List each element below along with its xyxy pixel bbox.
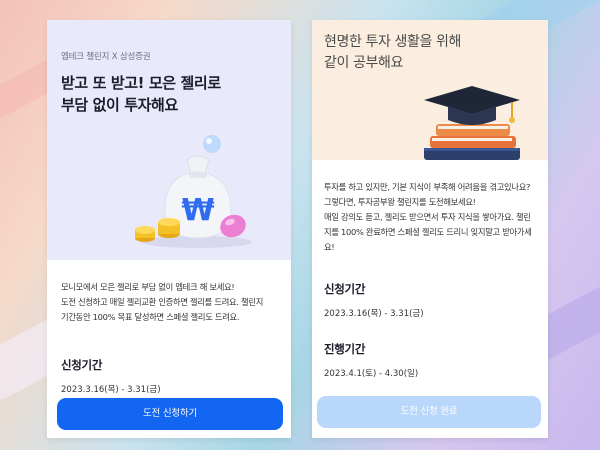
progress-period-title: 진행기간 bbox=[324, 342, 366, 356]
bubble-icon bbox=[203, 135, 221, 153]
card-hero: 현명한 투자 생활을 위해 같이 공부해요 bbox=[312, 20, 548, 160]
description-line: 기간동안 100% 목표 달성하면 스페셜 젤리도 드려요. bbox=[61, 312, 240, 322]
apply-challenge-button[interactable]: 도전 신청하기 bbox=[57, 398, 283, 430]
svg-text:₩: ₩ bbox=[181, 193, 214, 228]
description-line: 투자를 하고 있지만, 기본 지식이 부족해 어려움을 겪고있나요? bbox=[324, 182, 531, 192]
apply-period-title: 신청기간 bbox=[324, 282, 366, 296]
card-description: 투자를 하고 있지만, 기본 지식이 부족해 어려움을 겪고있나요? 그렇다면,… bbox=[324, 180, 536, 255]
graduation-cap-icon bbox=[424, 86, 520, 125]
apply-period-value: 2023.3.16(목) - 3.31(금) bbox=[324, 309, 424, 319]
card-title-line: 부담 없이 투자해요 bbox=[61, 96, 178, 114]
card-title-line: 현명한 투자 생활을 위해 bbox=[324, 34, 461, 50]
apply-period-section: 신청기간 2023.3.16(목) - 3.31(금) bbox=[324, 281, 536, 319]
description-line: 모니모에서 모은 젤리로 부담 없이 엡테크 해 보세요! bbox=[61, 282, 235, 292]
challenge-card-jelly-invest: 엡테크 챌린지 X 삼성증권 받고 또 받고! 모은 젤리로 부담 없이 투자해… bbox=[47, 20, 291, 438]
card-eyebrow: 엡테크 챌린지 X 삼성증권 bbox=[61, 52, 151, 62]
challenge-applied-button[interactable]: 도전 신청 완료 bbox=[317, 396, 541, 428]
card-title-line: 받고 또 받고! 모은 젤리로 bbox=[61, 74, 221, 92]
books-graduation-illustration bbox=[424, 86, 520, 160]
money-bag-illustration: ₩ bbox=[135, 135, 252, 248]
description-line: 지를 100% 완료하면 스페셜 젤리도 드리니 잊지말고 받아가세 bbox=[324, 227, 532, 237]
card-title-line: 같이 공부해요 bbox=[324, 55, 403, 71]
card-description: 모니모에서 모은 젤리로 부담 없이 엡테크 해 보세요! 도전 신청하고 매일… bbox=[61, 280, 277, 325]
challenge-card-invest-study: 현명한 투자 생활을 위해 같이 공부해요 투자를 하고 있지만, 기본 지식이… bbox=[312, 20, 548, 438]
apply-period-section: 신청기간 2023.3.16(목) - 3.31(금) bbox=[61, 357, 277, 395]
books-stack-icon bbox=[424, 124, 520, 160]
progress-period-section: 진행기간 2023.4.1(토) - 4.30(일) bbox=[324, 341, 536, 379]
card-title: 현명한 투자 생활을 위해 같이 공부해요 bbox=[324, 32, 536, 74]
card-hero: 엡테크 챌린지 X 삼성증권 받고 또 받고! 모은 젤리로 부담 없이 투자해… bbox=[47, 20, 291, 260]
description-line: 그렇다면, 투자공부왕 챌린지를 도전해보세요! bbox=[324, 197, 476, 207]
progress-period-value: 2023.4.1(토) - 4.30(일) bbox=[324, 369, 419, 379]
apply-period-value: 2023.3.16(목) - 3.31(금) bbox=[61, 385, 161, 395]
card-body: 모니모에서 모은 젤리로 부담 없이 엡테크 해 보세요! 도전 신청하고 매일… bbox=[47, 260, 291, 395]
card-title: 받고 또 받고! 모은 젤리로 부담 없이 투자해요 bbox=[61, 72, 277, 116]
description-line: 매일 강의도 듣고, 젤리도 받으면서 투자 지식을 쌓아가요. 챌린 bbox=[324, 212, 531, 222]
apply-period-title: 신청기간 bbox=[61, 358, 103, 372]
description-line: 도전 신청하고 매일 젤리교환 인증하면 젤리를 드려요. 챌린지 bbox=[61, 297, 264, 307]
description-line: 요! bbox=[324, 242, 335, 252]
card-body: 투자를 하고 있지만, 기본 지식이 부족해 어려움을 겪고있나요? 그렇다면,… bbox=[312, 160, 548, 379]
